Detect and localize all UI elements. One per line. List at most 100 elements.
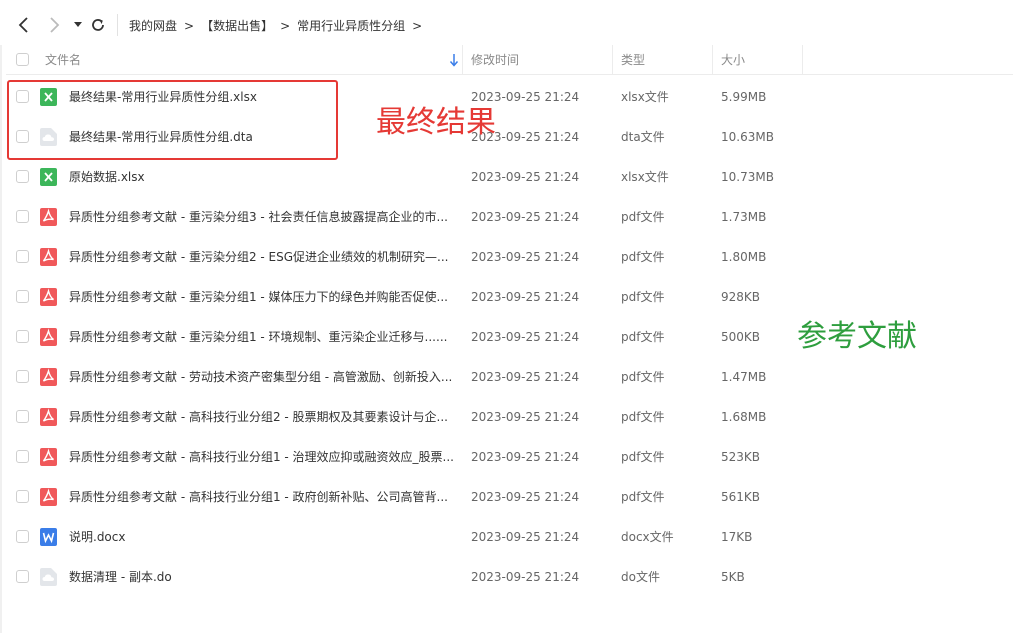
chevron-right-icon — [50, 17, 60, 33]
column-header-modified[interactable]: 修改时间 — [471, 45, 519, 75]
pdf-icon — [40, 408, 57, 426]
breadcrumb-item-my-drive[interactable]: 我的网盘 — [129, 17, 177, 34]
row-checkbox[interactable] — [16, 490, 29, 503]
file-size: 1.80MB — [721, 250, 767, 264]
file-name[interactable]: 说明.docx — [69, 517, 125, 557]
file-size: 17KB — [721, 530, 753, 544]
breadcrumb-separator: > — [280, 18, 291, 33]
file-row[interactable]: 数据清理 - 副本.do 2023-09-25 21:24 do文件 5KB — [6, 557, 1013, 597]
pdf-icon — [40, 328, 57, 346]
file-name[interactable]: 异质性分组参考文献 - 高科技行业分组2 - 股票期权及其要素设计与企... — [69, 397, 448, 437]
references-annotation: 参考文献 — [797, 319, 917, 354]
pdf-icon — [40, 368, 57, 386]
file-size: 10.63MB — [721, 130, 774, 144]
file-size: 928KB — [721, 290, 761, 304]
file-modified: 2023-09-25 21:24 — [471, 450, 580, 464]
breadcrumb-separator: > — [412, 18, 423, 33]
file-type: xlsx文件 — [621, 90, 669, 104]
row-checkbox[interactable] — [16, 290, 29, 303]
file-name[interactable]: 异质性分组参考文献 - 重污染分组2 - ESG促进企业绩效的机制研究—... — [69, 237, 449, 277]
file-size: 1.73MB — [721, 210, 767, 224]
row-checkbox[interactable] — [16, 410, 29, 423]
file-name[interactable]: 异质性分组参考文献 - 劳动技术资产密集型分组 - 高管激励、创新投入... — [69, 357, 452, 397]
file-type: pdf文件 — [621, 210, 665, 224]
pdf-icon — [40, 488, 57, 506]
forward-button[interactable] — [42, 13, 66, 37]
file-row[interactable]: 异质性分组参考文献 - 高科技行业分组1 - 治理效应抑或融资效应_股票... … — [6, 437, 1013, 477]
toolbar: 我的网盘 > 【数据出售】 > 常用行业异质性分组 > — [0, 0, 1013, 50]
column-header-size[interactable]: 大小 — [721, 45, 745, 75]
file-name[interactable]: 异质性分组参考文献 - 重污染分组1 - 媒体压力下的绿色并购能否促使... — [69, 277, 448, 317]
sort-arrow-down-icon[interactable] — [449, 53, 459, 67]
file-modified: 2023-09-25 21:24 — [471, 290, 580, 304]
file-modified: 2023-09-25 21:24 — [471, 490, 580, 504]
file-size: 5KB — [721, 570, 745, 584]
file-modified: 2023-09-25 21:24 — [471, 210, 580, 224]
pdf-icon — [40, 288, 57, 306]
file-modified: 2023-09-25 21:24 — [471, 330, 580, 344]
left-edge — [0, 45, 2, 633]
column-divider[interactable] — [802, 45, 803, 75]
file-name[interactable]: 异质性分组参考文献 - 重污染分组1 - 环境规制、重污染企业迁移与...... — [69, 317, 447, 357]
column-divider[interactable] — [612, 45, 613, 75]
file-row[interactable]: 异质性分组参考文献 - 重污染分组3 - 社会责任信息披露提高企业的市... 2… — [6, 197, 1013, 237]
excel-icon — [40, 168, 57, 186]
file-type: xlsx文件 — [621, 170, 669, 184]
file-size: 500KB — [721, 330, 761, 344]
breadcrumb: 我的网盘 > 【数据出售】 > 常用行业异质性分组 > — [129, 17, 429, 34]
breadcrumb-separator: > — [184, 18, 195, 33]
row-checkbox[interactable] — [16, 370, 29, 383]
column-header-name[interactable]: 文件名 — [45, 45, 81, 75]
file-size: 561KB — [721, 490, 761, 504]
column-header-type[interactable]: 类型 — [621, 45, 645, 75]
select-all-checkbox[interactable] — [16, 53, 29, 66]
file-type: pdf文件 — [621, 490, 665, 504]
file-size: 5.99MB — [721, 90, 767, 104]
file-type: pdf文件 — [621, 250, 665, 264]
file-name[interactable]: 数据清理 - 副本.do — [69, 557, 172, 597]
column-divider[interactable] — [462, 45, 463, 75]
row-checkbox[interactable] — [16, 330, 29, 343]
file-name[interactable]: 异质性分组参考文献 - 高科技行业分组1 - 政府创新补贴、公司高管背... — [69, 477, 448, 517]
row-checkbox[interactable] — [16, 170, 29, 183]
file-name[interactable]: 原始数据.xlsx — [69, 157, 145, 197]
final-result-highlight-box — [7, 80, 338, 160]
pdf-icon — [40, 448, 57, 466]
file-size: 1.68MB — [721, 410, 767, 424]
file-list-header: 文件名 修改时间 类型 大小 — [6, 45, 1013, 75]
caret-down-icon — [74, 22, 82, 27]
pdf-icon — [40, 208, 57, 226]
breadcrumb-item-data-sale[interactable]: 【数据出售】 — [201, 17, 273, 34]
refresh-button[interactable] — [86, 13, 110, 37]
file-type: pdf文件 — [621, 450, 665, 464]
file-type: dta文件 — [621, 130, 665, 144]
file-modified: 2023-09-25 21:24 — [471, 530, 580, 544]
file-name[interactable]: 异质性分组参考文献 - 重污染分组3 - 社会责任信息披露提高企业的市... — [69, 197, 448, 237]
final-result-annotation: 最终结果 — [376, 105, 496, 140]
file-row[interactable]: 异质性分组参考文献 - 重污染分组2 - ESG促进企业绩效的机制研究—... … — [6, 237, 1013, 277]
back-button[interactable] — [12, 13, 36, 37]
column-divider[interactable] — [712, 45, 713, 75]
row-checkbox[interactable] — [16, 250, 29, 263]
file-row[interactable]: 异质性分组参考文献 - 高科技行业分组2 - 股票期权及其要素设计与企... 2… — [6, 397, 1013, 437]
file-modified: 2023-09-25 21:24 — [471, 370, 580, 384]
row-checkbox[interactable] — [16, 530, 29, 543]
file-row[interactable]: 异质性分组参考文献 - 劳动技术资产密集型分组 - 高管激励、创新投入... 2… — [6, 357, 1013, 397]
breadcrumb-item-current-folder[interactable]: 常用行业异质性分组 — [297, 17, 405, 34]
file-row[interactable]: 说明.docx 2023-09-25 21:24 docx文件 17KB — [6, 517, 1013, 557]
chevron-left-icon — [18, 17, 28, 33]
file-type: pdf文件 — [621, 330, 665, 344]
file-row[interactable]: 原始数据.xlsx 2023-09-25 21:24 xlsx文件 10.73M… — [6, 157, 1013, 197]
file-modified: 2023-09-25 21:24 — [471, 170, 580, 184]
word-icon — [40, 528, 57, 546]
file-modified: 2023-09-25 21:24 — [471, 570, 580, 584]
row-checkbox[interactable] — [16, 450, 29, 463]
file-name[interactable]: 异质性分组参考文献 - 高科技行业分组1 - 治理效应抑或融资效应_股票... — [69, 437, 454, 477]
file-row[interactable]: 异质性分组参考文献 - 高科技行业分组1 - 政府创新补贴、公司高管背... 2… — [6, 477, 1013, 517]
file-type: pdf文件 — [621, 370, 665, 384]
cloud-file-icon — [40, 568, 57, 586]
row-checkbox[interactable] — [16, 570, 29, 583]
row-checkbox[interactable] — [16, 210, 29, 223]
toolbar-divider — [117, 14, 118, 36]
file-type: docx文件 — [621, 530, 674, 544]
